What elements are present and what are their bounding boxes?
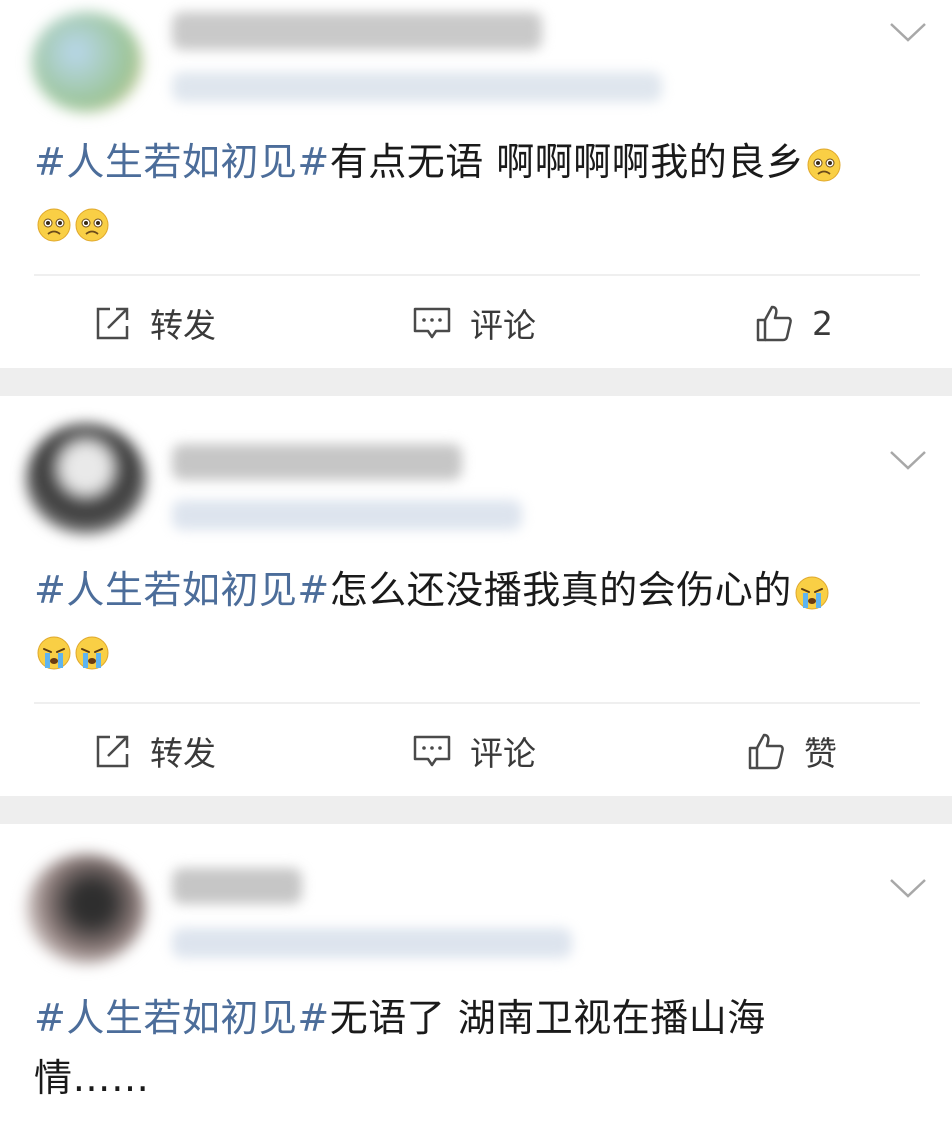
avatar[interactable] — [32, 12, 142, 112]
username-blurred[interactable] — [172, 868, 302, 904]
post-text: #人生若如初见#有点无语 啊啊啊啊我的良乡 — [34, 132, 914, 252]
post-card: #人生若如初见#有点无语 啊啊啊啊我的良乡 转发 评论 2 — [0, 0, 952, 368]
crying-face-emoji-icon — [794, 575, 830, 611]
post-meta-blurred — [172, 928, 572, 958]
thumbs-up-icon — [754, 303, 794, 343]
comment-label: 评论 — [470, 734, 536, 773]
like-button[interactable]: 2 — [754, 298, 833, 348]
avatar[interactable] — [26, 854, 146, 964]
sad-face-emoji-icon — [806, 147, 842, 183]
crying-face-emoji-icon — [74, 635, 110, 671]
comment-icon — [412, 733, 452, 769]
feed-separator — [0, 796, 952, 824]
chevron-down-icon[interactable] — [888, 448, 928, 476]
repost-label: 转发 — [150, 306, 216, 345]
share-icon — [94, 304, 132, 342]
chevron-down-icon[interactable] — [888, 876, 928, 904]
post-meta-blurred — [172, 72, 662, 102]
topic-link[interactable]: #人生若如初见# — [34, 996, 330, 1040]
divider — [34, 274, 920, 276]
repost-label: 转发 — [150, 734, 216, 773]
comment-button[interactable]: 评论 — [412, 726, 536, 776]
post-text: #人生若如初见#无语了 湖南卫视在播山海 情…… — [34, 988, 914, 1108]
post-body-line2: 情…… — [34, 1056, 150, 1100]
comment-icon — [412, 305, 452, 341]
comment-label: 评论 — [470, 306, 536, 345]
post-body-line1: 怎么还没播我真的会伤心的 — [329, 568, 792, 612]
post-text: #人生若如初见#怎么还没播我真的会伤心的 — [34, 560, 914, 680]
like-label: 赞 — [804, 734, 837, 773]
post-body-line1: 无语了 湖南卫视在播山海 — [329, 996, 766, 1040]
post-body-line1: 有点无语 啊啊啊啊我的良乡 — [329, 140, 805, 184]
avatar[interactable] — [26, 424, 146, 534]
repost-button[interactable]: 转发 — [94, 726, 216, 776]
like-count: 2 — [812, 303, 833, 343]
thumbs-up-icon — [746, 731, 786, 771]
repost-button[interactable]: 转发 — [94, 298, 216, 348]
username-blurred[interactable] — [172, 444, 462, 480]
post-card: #人生若如初见#无语了 湖南卫视在播山海 情…… — [0, 824, 952, 1122]
like-button[interactable]: 赞 — [746, 726, 837, 776]
chevron-down-icon[interactable] — [888, 20, 928, 48]
sad-face-emoji-icon — [74, 207, 110, 243]
feed-separator — [0, 368, 952, 396]
post-meta-blurred — [172, 500, 522, 530]
topic-link[interactable]: #人生若如初见# — [34, 568, 330, 612]
divider — [34, 702, 920, 704]
post-card: #人生若如初见#怎么还没播我真的会伤心的 转发 评论 赞 — [0, 396, 952, 796]
crying-face-emoji-icon — [36, 635, 72, 671]
topic-link[interactable]: #人生若如初见# — [34, 140, 330, 184]
share-icon — [94, 732, 132, 770]
username-blurred[interactable] — [172, 12, 542, 50]
comment-button[interactable]: 评论 — [412, 298, 536, 348]
sad-face-emoji-icon — [36, 207, 72, 243]
